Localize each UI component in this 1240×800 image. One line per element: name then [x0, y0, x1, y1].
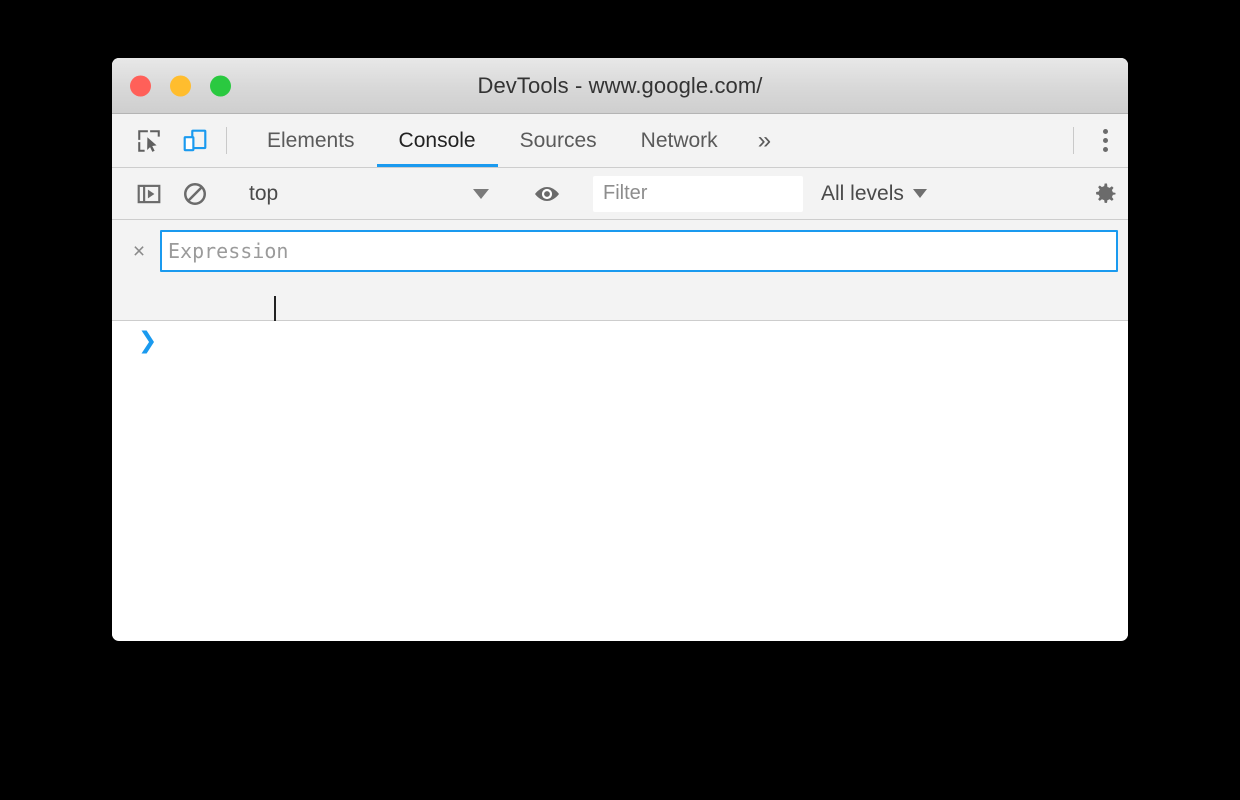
log-level-value: All levels [821, 181, 904, 205]
window-title: DevTools - www.google.com/ [477, 72, 763, 98]
tab-network-label: Network [640, 128, 718, 152]
more-vertical-icon [1102, 138, 1108, 143]
console-toolbar: top All levels [112, 168, 1128, 220]
create-live-expression-button[interactable] [524, 168, 570, 219]
tab-network[interactable]: Network [619, 114, 740, 167]
panel-tabs: Elements Console Sources Network » [245, 114, 789, 167]
tabbar-right-divider [1073, 127, 1074, 154]
inspect-element-button[interactable] [126, 114, 172, 167]
chevron-down-icon [912, 189, 927, 198]
console-prompt-row[interactable]: ❯ [112, 321, 1128, 361]
live-expression-input[interactable] [160, 230, 1118, 272]
chevron-down-icon [473, 188, 489, 199]
tab-console-label: Console [398, 128, 476, 152]
console-sidebar-icon [137, 184, 161, 203]
tab-sources-label: Sources [519, 128, 597, 152]
main-menu-button[interactable] [1082, 114, 1128, 167]
live-expression-pane: × [112, 220, 1128, 321]
more-tabs-button[interactable]: » [740, 114, 789, 167]
console-sidebar-button[interactable] [126, 168, 172, 219]
devtools-window: DevTools - www.google.com/ Elements Cons… [112, 58, 1128, 641]
text-cursor [274, 296, 276, 322]
toggle-device-toolbar-button[interactable] [172, 114, 218, 167]
create-live-expression-icon [535, 186, 559, 201]
devtools-tabbar: Elements Console Sources Network » [112, 114, 1128, 168]
tab-console[interactable]: Console [376, 114, 498, 167]
window-titlebar: DevTools - www.google.com/ [112, 58, 1128, 114]
more-vertical-icon [1102, 147, 1108, 152]
tabbar-right-group [1065, 114, 1128, 167]
settings-button[interactable] [1082, 168, 1128, 219]
tab-elements-label: Elements [267, 128, 355, 152]
console-toolbar-right [1065, 168, 1128, 219]
execution-context-selector[interactable]: top [235, 168, 507, 219]
inspect-element-icon [138, 129, 160, 152]
device-toolbar-icon [183, 129, 207, 151]
tab-sources[interactable]: Sources [498, 114, 619, 167]
settings-gear-icon [1096, 183, 1116, 203]
console-filter-input[interactable] [593, 175, 803, 212]
live-expression-row: × [112, 220, 1128, 272]
console-message-area[interactable]: ❯ [112, 321, 1128, 639]
tabbar-divider [226, 127, 227, 154]
tab-elements[interactable]: Elements [245, 114, 377, 167]
more-vertical-icon [1102, 129, 1108, 134]
log-level-selector[interactable]: All levels [821, 182, 927, 206]
execution-context-value: top [249, 181, 279, 205]
more-tabs-label: » [757, 126, 772, 154]
clear-console-icon [184, 182, 206, 205]
remove-live-expression-button[interactable]: × [126, 238, 152, 264]
clear-console-button[interactable] [172, 168, 218, 219]
screen: DevTools - www.google.com/ Elements Cons… [0, 0, 1240, 800]
console-prompt-chevron-icon: ❯ [138, 327, 158, 354]
